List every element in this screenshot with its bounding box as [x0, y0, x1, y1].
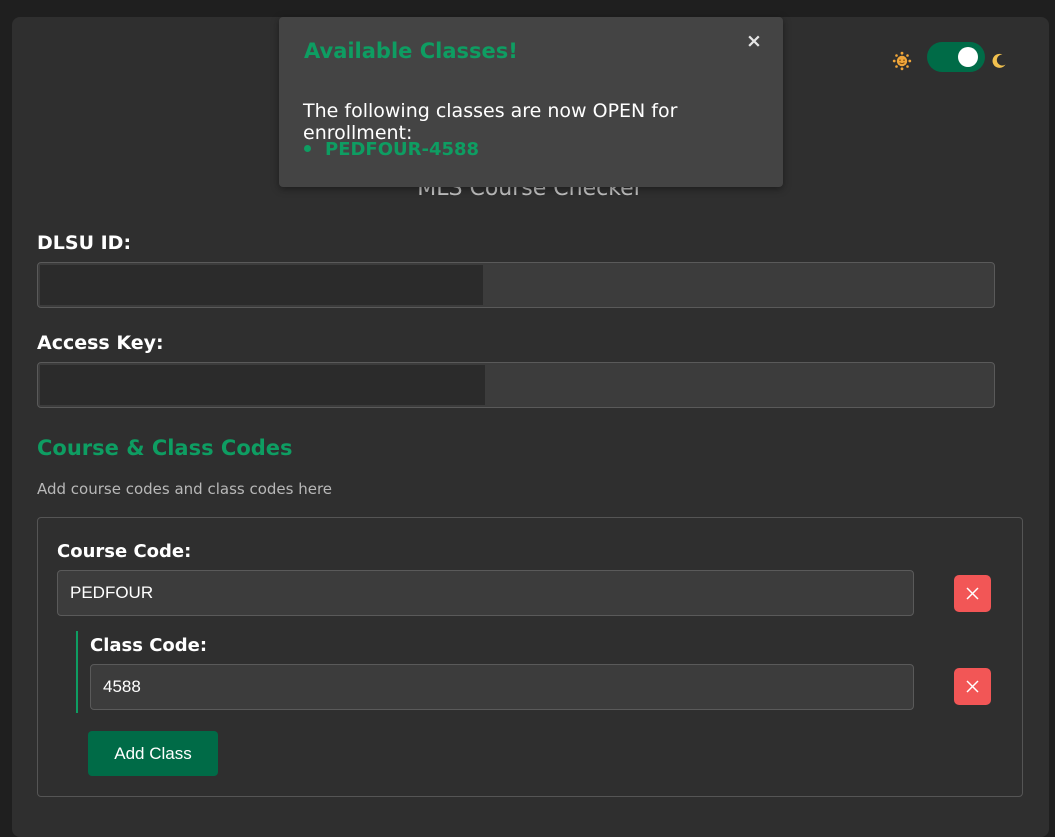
popup-message: The following classes are now OPEN for e… [303, 100, 678, 144]
course-code-input[interactable]: PEDFOUR [57, 570, 914, 616]
remove-class-button[interactable] [954, 668, 991, 705]
switch-knob [958, 47, 978, 67]
dlsu-id-input[interactable] [37, 262, 995, 308]
open-classes-list: PEDFOUR-4588 [304, 139, 479, 160]
access-key-label: Access Key: [37, 332, 164, 354]
add-class-button[interactable]: Add Class [88, 731, 218, 776]
redacted-value [40, 265, 483, 305]
course-code-label: Course Code: [57, 541, 192, 562]
popup-title: Available Classes! [304, 39, 518, 63]
sun-icon [892, 51, 912, 71]
theme-switch[interactable] [927, 42, 985, 72]
class-group-rail [76, 631, 78, 713]
popup-close-button[interactable]: × [745, 31, 763, 51]
course-entry: Course Code: PEDFOUR Class Code: 4588 Ad… [37, 517, 1023, 797]
remove-course-button[interactable] [954, 575, 991, 612]
open-class-code: PEDFOUR-4588 [325, 139, 480, 160]
open-class-item: PEDFOUR-4588 [304, 139, 479, 160]
course-codes-heading: Course & Class Codes [37, 436, 293, 460]
course-codes-hint: Add course codes and class codes here [37, 480, 333, 498]
theme-toggle [892, 42, 1012, 74]
close-icon [966, 587, 979, 600]
dlsu-id-label: DLSU ID: [37, 232, 132, 254]
moon-icon [990, 52, 1008, 70]
available-classes-popup: Available Classes! × The following class… [279, 17, 783, 187]
class-code-label: Class Code: [90, 635, 208, 656]
bullet-icon [304, 144, 311, 152]
close-icon [966, 680, 979, 693]
class-code-input[interactable]: 4588 [90, 664, 914, 710]
redacted-value [40, 365, 485, 405]
access-key-input[interactable] [37, 362, 995, 408]
